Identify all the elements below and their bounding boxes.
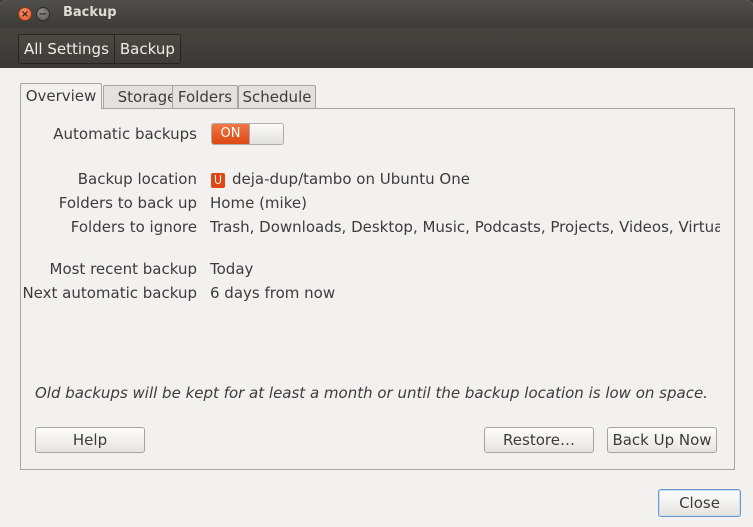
backup-window: × − Backup All Settings Backup Overview … xyxy=(0,0,753,527)
breadcrumb-all-settings[interactable]: All Settings xyxy=(19,35,114,63)
ubuntu-one-icon xyxy=(211,173,225,188)
folders-ignore-label: Folders to ignore xyxy=(70,218,197,236)
settings-toolbar: All Settings Backup xyxy=(0,28,753,68)
overview-panel: Automatic backups ON Backup location dej… xyxy=(20,108,735,470)
switch-on-label: ON xyxy=(212,124,249,144)
back-up-now-button[interactable]: Back Up Now xyxy=(607,427,717,453)
folders-backup-value: Home (mike) xyxy=(210,194,307,212)
window-minimize-icon[interactable]: − xyxy=(36,7,50,21)
help-button[interactable]: Help xyxy=(35,427,145,453)
tab-folders[interactable]: Folders xyxy=(172,85,238,108)
automatic-backups-switch[interactable]: ON xyxy=(211,123,284,145)
breadcrumb: All Settings Backup xyxy=(18,34,181,64)
tab-schedule[interactable]: Schedule xyxy=(238,85,316,108)
close-button[interactable]: Close xyxy=(658,489,741,517)
backup-location-value: deja-dup/tambo on Ubuntu One xyxy=(232,170,470,188)
breadcrumb-backup[interactable]: Backup xyxy=(113,35,180,63)
retention-note: Old backups will be kept for at least a … xyxy=(35,384,708,402)
next-backup-value: 6 days from now xyxy=(210,284,336,302)
folders-ignore-value: Trash, Downloads, Desktop, Music, Podcas… xyxy=(210,218,720,236)
title-bar: × − Backup xyxy=(0,0,753,28)
next-backup-label: Next automatic backup xyxy=(22,284,197,302)
window-close-icon[interactable]: × xyxy=(18,7,32,21)
recent-backup-label: Most recent backup xyxy=(49,260,198,278)
backup-location-label: Backup location xyxy=(77,170,197,188)
folders-backup-label: Folders to back up xyxy=(58,194,197,212)
window-title: Backup xyxy=(63,5,117,20)
tab-overview[interactable]: Overview xyxy=(20,83,102,109)
recent-backup-value: Today xyxy=(210,260,254,278)
switch-knob[interactable] xyxy=(249,124,283,144)
restore-button[interactable]: Restore… xyxy=(484,427,594,453)
automatic-backups-label: Automatic backups xyxy=(53,125,197,143)
